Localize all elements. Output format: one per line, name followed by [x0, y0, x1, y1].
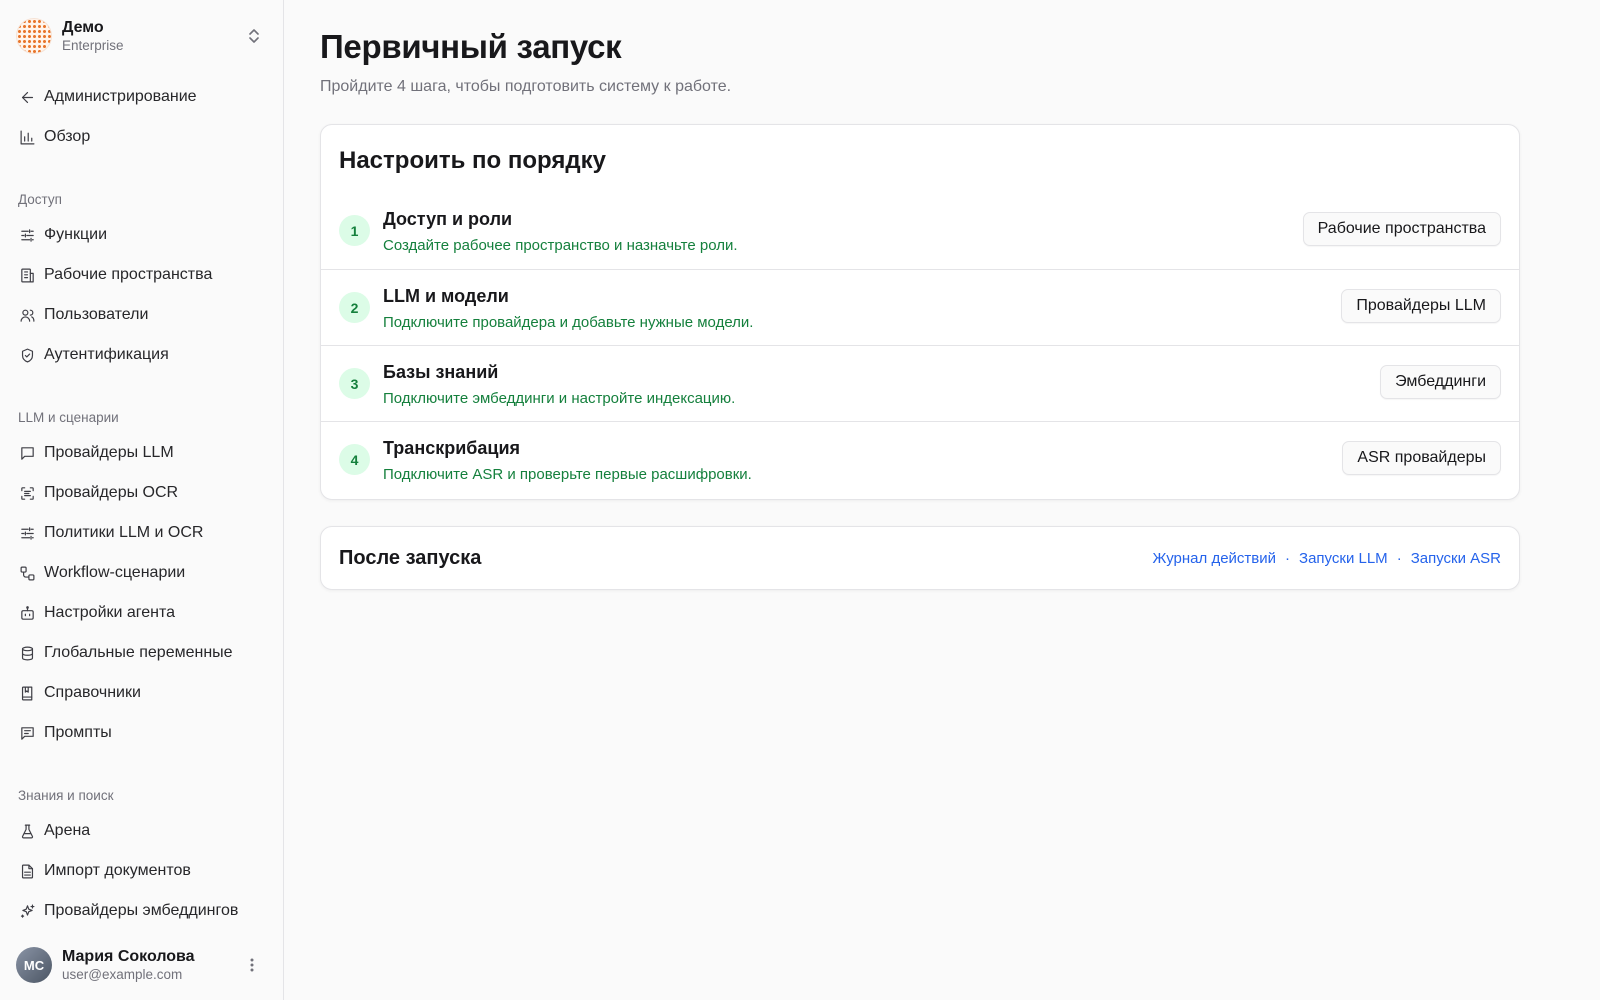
user-email: user@example.com [62, 967, 183, 982]
nav-label: Функции [44, 226, 108, 243]
more-vertical-icon[interactable] [242, 955, 262, 975]
action-log-link[interactable]: Журнал действий [1153, 550, 1276, 567]
nav-workflows[interactable]: Workflow-сценарии [16, 556, 268, 590]
book-icon [16, 682, 38, 704]
database-icon [16, 642, 38, 664]
llm-runs-link[interactable]: Запуски LLM [1299, 550, 1388, 567]
after-launch-links: Журнал действий · Запуски LLM · Запуски … [1153, 550, 1501, 567]
nav-label: Политики LLM и OCR [44, 524, 204, 541]
sliders-icon [16, 224, 38, 246]
nav-label: Импорт документов [44, 862, 191, 879]
user-menu[interactable]: MC Мария Соколова user@example.com [16, 944, 268, 986]
nav-embedding-providers[interactable]: Провайдеры эмбеддингов [16, 894, 268, 928]
users-icon [16, 304, 38, 326]
nav-back-administration[interactable]: Администрирование [16, 80, 268, 114]
flask-icon [16, 820, 38, 842]
setup-card: Настроить по порядку 1 Доступ и роли Соз… [320, 124, 1520, 500]
org-switcher[interactable]: Демо Enterprise [16, 14, 268, 58]
shield-check-icon [16, 344, 38, 366]
step-title: Базы знаний [383, 362, 499, 382]
workflow-icon [16, 562, 38, 584]
nav-label: Пользователи [44, 306, 149, 323]
step-description: Подключите эмбеддинги и настройте индекс… [383, 390, 736, 407]
nav-features[interactable]: Функции [16, 218, 268, 252]
sidebar: Демо Enterprise Администрирование Обзор … [0, 0, 284, 1000]
avatar: MC [16, 947, 52, 983]
org-plan: Enterprise [62, 38, 124, 53]
nav-llm-ocr-policies[interactable]: Политики LLM и OCR [16, 516, 268, 550]
step-row: 2 LLM и модели Подключите провайдера и д… [321, 269, 1519, 345]
step-description: Подключите ASR и проверьте первые расшиф… [383, 466, 752, 483]
nav-label: Промпты [44, 724, 112, 741]
step-number-badge: 2 [339, 292, 370, 323]
step-number-badge: 4 [339, 444, 370, 475]
setup-card-title: Настроить по порядку [339, 147, 606, 174]
nav-label: Глобальные переменные [44, 644, 233, 661]
nav-label: Администрирование [44, 88, 197, 105]
nav-arena[interactable]: Арена [16, 814, 268, 848]
nav-workspaces[interactable]: Рабочие пространства [16, 258, 268, 292]
user-name: Мария Соколова [62, 948, 195, 965]
nav-label: Провайдеры эмбеддингов [44, 902, 239, 919]
nav-users[interactable]: Пользователи [16, 298, 268, 332]
nav-prompts[interactable]: Промпты [16, 716, 268, 750]
section-label-knowledge: Знания и поиск [18, 788, 114, 803]
nav-label: Справочники [44, 684, 141, 701]
step-number-badge: 1 [339, 215, 370, 246]
bar-chart-icon [16, 126, 38, 148]
nav-llm-providers[interactable]: Провайдеры LLM [16, 436, 268, 470]
nav-label: Провайдеры OCR [44, 484, 179, 501]
nav-label: Арена [44, 822, 91, 839]
file-text-icon [16, 860, 38, 882]
org-logo [16, 18, 52, 54]
scan-text-icon [16, 482, 38, 504]
workspaces-button[interactable]: Рабочие пространства [1302, 212, 1501, 246]
nav-label: Аутентификация [44, 346, 169, 363]
page-title: Первичный запуск [320, 28, 622, 65]
chevrons-up-down-icon[interactable] [244, 26, 264, 46]
nav-label: Обзор [44, 128, 91, 145]
step-row: 1 Доступ и роли Создайте рабочее простра… [321, 193, 1519, 269]
after-launch-title: После запуска [339, 547, 482, 569]
step-number-badge: 3 [339, 368, 370, 399]
nav-label: Рабочие пространства [44, 266, 213, 283]
asr-providers-button[interactable]: ASR провайдеры [1342, 441, 1501, 475]
bot-icon [16, 602, 38, 624]
step-row: 4 Транскрибация Подключите ASR и проверь… [321, 421, 1519, 497]
llm-providers-button[interactable]: Провайдеры LLM [1341, 289, 1501, 323]
nav-global-variables[interactable]: Глобальные переменные [16, 636, 268, 670]
nav-ocr-providers[interactable]: Провайдеры OCR [16, 476, 268, 510]
sparkles-icon [16, 900, 38, 922]
step-description: Создайте рабочее пространство и назначьт… [383, 237, 738, 254]
nav-overview[interactable]: Обзор [16, 120, 268, 154]
nav-agent-settings[interactable]: Настройки агента [16, 596, 268, 630]
sliders-icon [16, 522, 38, 544]
nav-dictionaries[interactable]: Справочники [16, 676, 268, 710]
section-label-access: Доступ [18, 192, 62, 207]
nav-label: Workflow-сценарии [44, 564, 186, 581]
after-launch-card: После запуска Журнал действий · Запуски … [320, 526, 1520, 590]
nav-document-import[interactable]: Импорт документов [16, 854, 268, 888]
page-subtitle: Пройдите 4 шага, чтобы подготовить систе… [320, 78, 732, 95]
nav-label: Настройки агента [44, 604, 176, 621]
message-square-icon [16, 442, 38, 464]
org-name: Демо [62, 19, 104, 36]
link-separator: · [1285, 550, 1291, 567]
nav-label: Провайдеры LLM [44, 444, 174, 461]
asr-runs-link[interactable]: Запуски ASR [1411, 550, 1501, 567]
message-text-icon [16, 722, 38, 744]
arrow-left-icon [16, 86, 38, 108]
step-description: Подключите провайдера и добавьте нужные … [383, 314, 754, 331]
building-icon [16, 264, 38, 286]
section-label-llm: LLM и сценарии [18, 410, 119, 425]
step-title: Доступ и роли [383, 209, 513, 229]
step-title: LLM и модели [383, 286, 509, 306]
nav-authentication[interactable]: Аутентификация [16, 338, 268, 372]
step-title: Транскрибация [383, 438, 521, 458]
step-row: 3 Базы знаний Подключите эмбеддинги и на… [321, 345, 1519, 421]
link-separator: · [1396, 550, 1402, 567]
embeddings-button[interactable]: Эмбеддинги [1380, 365, 1501, 399]
